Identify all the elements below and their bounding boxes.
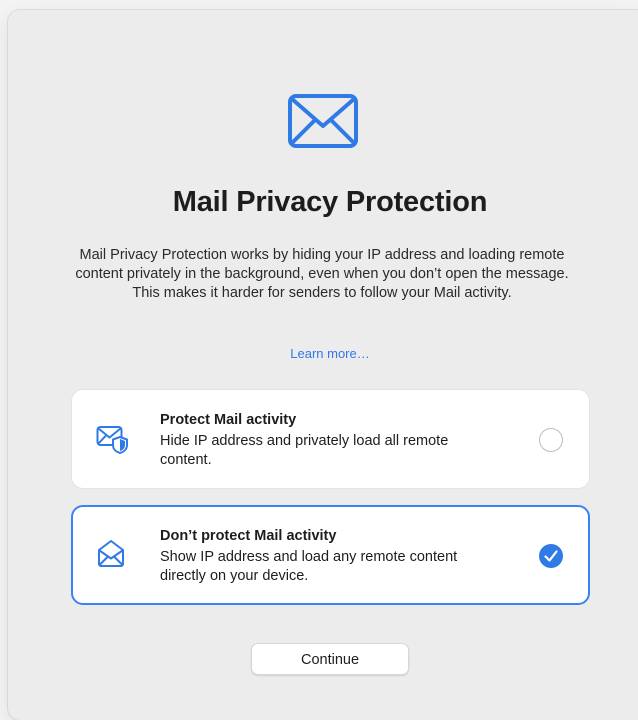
page-title: Mail Privacy Protection bbox=[172, 186, 488, 218]
option-title: Protect Mail activity bbox=[160, 412, 297, 428]
option-description: Hide IP address and privately load all r… bbox=[160, 433, 449, 468]
radio-unchecked[interactable] bbox=[539, 428, 563, 452]
option-description: Show IP address and load any remote cont… bbox=[160, 549, 458, 584]
envelope-icon bbox=[287, 93, 359, 149]
continue-button[interactable]: Continue bbox=[251, 643, 409, 675]
envelope-shield-icon bbox=[96, 424, 128, 454]
option-dont-protect-mail-activity[interactable]: Don’t protect Mail activity Show IP addr… bbox=[71, 505, 590, 605]
radio-checked[interactable] bbox=[539, 544, 563, 568]
page-description: Mail Privacy Protection works by hiding … bbox=[75, 247, 569, 301]
open-envelope-icon bbox=[96, 538, 128, 568]
option-title: Don’t protect Mail activity bbox=[160, 528, 337, 544]
checkmark-icon bbox=[544, 550, 558, 562]
option-protect-mail-activity[interactable]: Protect Mail activity Hide IP address an… bbox=[71, 389, 590, 489]
learn-more-link[interactable]: Learn more… bbox=[0, 346, 638, 361]
